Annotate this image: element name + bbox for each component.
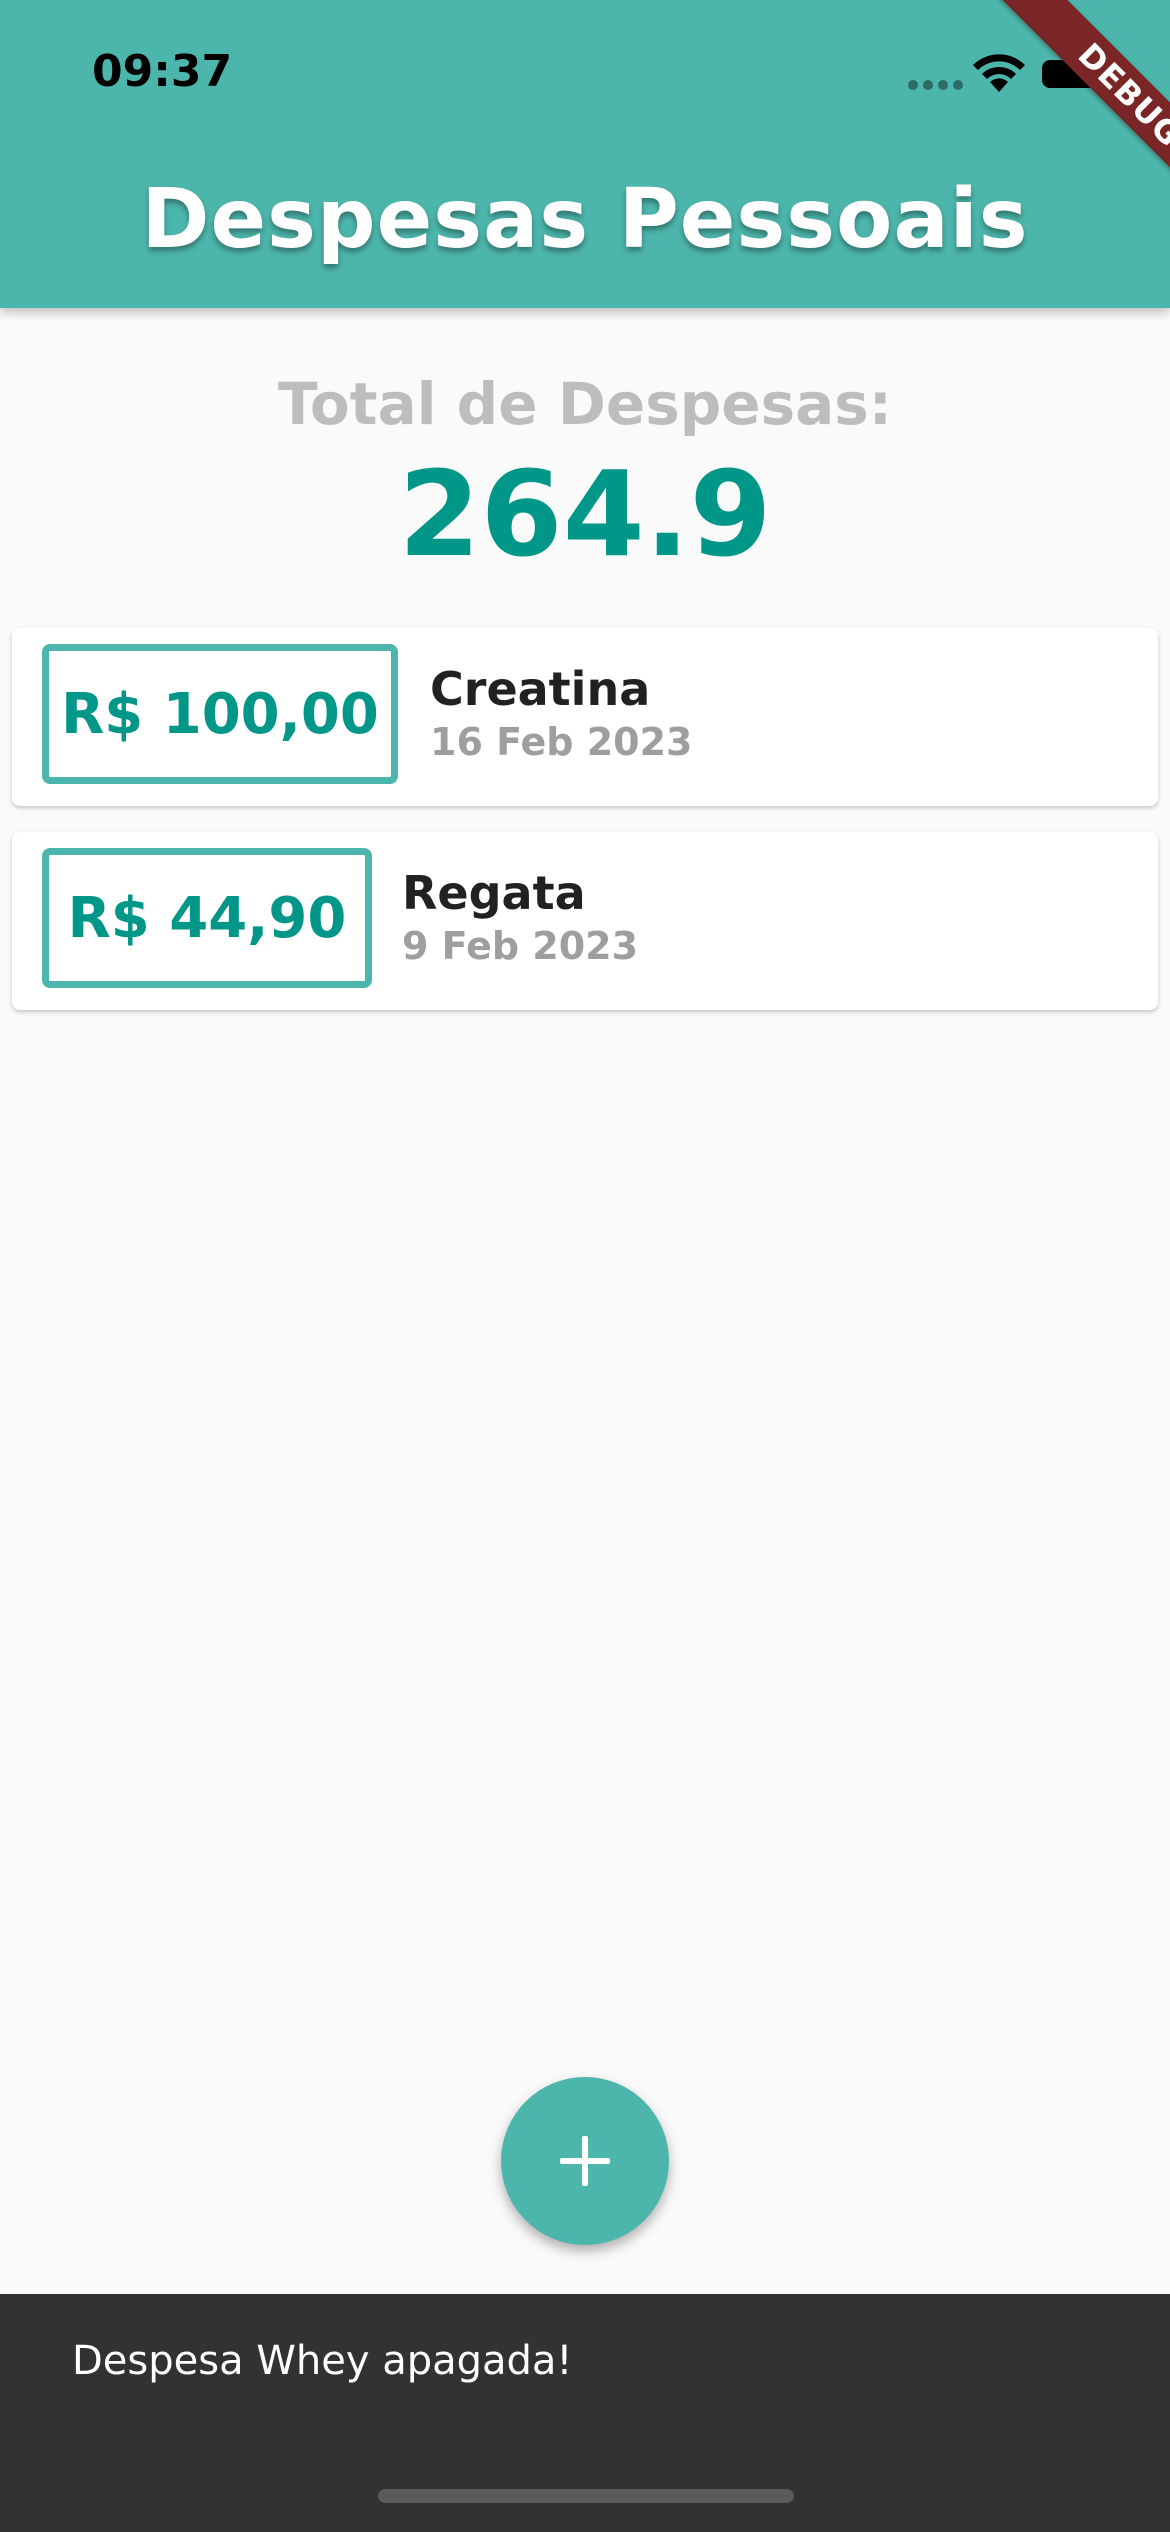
total-label: Total de Despesas: bbox=[278, 370, 892, 438]
transaction-card[interactable]: R$ 100,00 Creatina 16 Feb 2023 bbox=[12, 628, 1158, 806]
home-indicator[interactable] bbox=[378, 2489, 794, 2503]
battery-icon bbox=[1042, 60, 1102, 88]
transaction-amount: R$ 100,00 bbox=[42, 644, 398, 784]
app-bar: 09:37 Despesas Pessoais bbox=[0, 0, 1170, 308]
total-value: 264.9 bbox=[398, 445, 772, 583]
status-icons bbox=[900, 50, 1120, 100]
transaction-title: Creatina bbox=[430, 662, 651, 716]
status-time: 09:37 bbox=[92, 46, 233, 97]
add-expense-button[interactable] bbox=[501, 2077, 669, 2245]
snackbar-message: Despesa Whey apagada! bbox=[72, 2338, 573, 2384]
battery-tip bbox=[1104, 68, 1109, 80]
transaction-amount: R$ 44,90 bbox=[42, 848, 372, 988]
plus-icon bbox=[560, 2136, 610, 2186]
wifi-icon bbox=[973, 54, 1025, 92]
transaction-card[interactable]: R$ 44,90 Regata 9 Feb 2023 bbox=[12, 832, 1158, 1010]
transaction-date: 16 Feb 2023 bbox=[430, 720, 693, 764]
transaction-title: Regata bbox=[402, 866, 586, 920]
transaction-date: 9 Feb 2023 bbox=[402, 924, 639, 968]
signal-icon bbox=[908, 80, 964, 90]
page-title: Despesas Pessoais bbox=[141, 172, 1029, 267]
